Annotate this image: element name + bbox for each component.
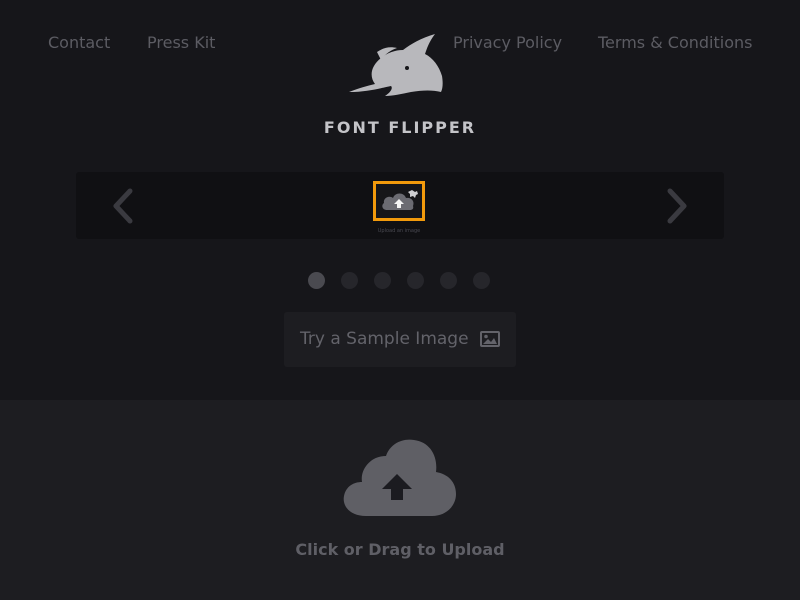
carousel-dot-6[interactable]: [473, 272, 490, 289]
cloud-upload-icon: [376, 184, 422, 218]
chevron-right-icon: [662, 188, 692, 224]
upload-dropzone[interactable]: Click or Drag to Upload: [200, 420, 600, 580]
carousel-dot-4[interactable]: [407, 272, 424, 289]
nav-link-press-kit[interactable]: Press Kit: [147, 33, 215, 53]
sample-button-label: Try a Sample Image: [300, 329, 469, 349]
chevron-left-icon: [108, 188, 138, 224]
image-icon: [480, 331, 500, 347]
nav-link-privacy-policy[interactable]: Privacy Policy: [453, 33, 562, 53]
upload-section: Click or Drag to Upload: [0, 400, 800, 600]
nav-link-contact[interactable]: Contact: [48, 33, 110, 53]
try-sample-image-button[interactable]: Try a Sample Image: [284, 312, 516, 367]
carousel-dot-2[interactable]: [341, 272, 358, 289]
sample-carousel: Upload an image: [76, 172, 724, 239]
carousel-prev-button[interactable]: [108, 188, 138, 224]
header-section: Contact Press Kit Privacy Policy Terms &…: [0, 0, 800, 400]
carousel-dot-3[interactable]: [374, 272, 391, 289]
carousel-thumbnail-selected[interactable]: [373, 181, 425, 221]
shark-logo-icon[interactable]: [345, 30, 445, 100]
thumbnail-caption: Upload an image: [377, 228, 421, 234]
brand-name: FONT FLIPPER: [323, 118, 477, 137]
cloud-upload-icon: [340, 434, 460, 524]
carousel-next-button[interactable]: [662, 188, 692, 224]
upload-label: Click or Drag to Upload: [295, 540, 505, 559]
carousel-pagination: [308, 272, 508, 290]
carousel-dot-1[interactable]: [308, 272, 325, 289]
carousel-dot-5[interactable]: [440, 272, 457, 289]
nav-link-terms-conditions[interactable]: Terms & Conditions: [598, 33, 752, 53]
